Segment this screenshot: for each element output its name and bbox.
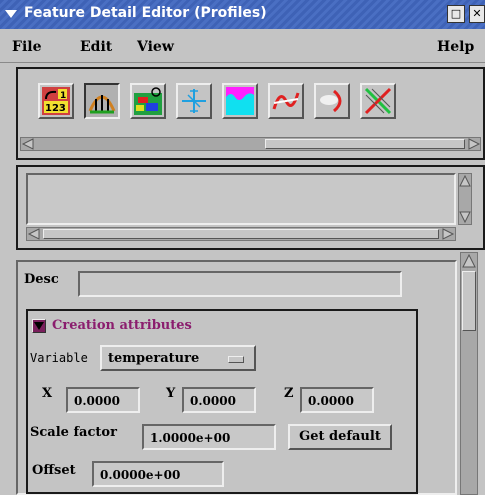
get-default-button[interactable]: Get default xyxy=(288,424,392,450)
window-title: Feature Detail Editor (Profiles) xyxy=(24,5,267,21)
crossing-lines-tool-button[interactable] xyxy=(360,83,396,119)
minimize-button[interactable]: □ xyxy=(447,5,465,23)
menu-bar: File Edit View Help xyxy=(0,29,485,63)
scale-factor-input[interactable]: 1.0000e+00 xyxy=(142,424,276,450)
feature-list-panel xyxy=(16,165,485,250)
profile-curve-tool-button[interactable] xyxy=(84,83,120,119)
numbered-list-icon: 123 1 xyxy=(42,87,70,115)
y-input[interactable]: 0.0000 xyxy=(182,387,256,413)
desc-label: Desc xyxy=(24,272,59,287)
menu-view[interactable]: View xyxy=(137,39,174,55)
axes-cross-tool-button[interactable] xyxy=(176,83,212,119)
offset-input[interactable]: 0.0000e+00 xyxy=(92,461,224,487)
profile-curve-icon xyxy=(88,95,116,114)
scroll-left-arrow-icon[interactable] xyxy=(27,228,41,240)
green-red-crossing-icon xyxy=(364,87,392,115)
z-label: Z xyxy=(284,386,294,401)
tool-palette: 123 1 xyxy=(16,67,485,160)
variable-value: temperature xyxy=(108,351,200,366)
scroll-right-arrow-icon[interactable] xyxy=(467,138,481,150)
tool-palette-scroll-thumb[interactable] xyxy=(265,139,465,149)
offset-label: Offset xyxy=(32,463,76,478)
scroll-up-arrow-icon[interactable] xyxy=(462,253,476,269)
variable-label: Variable xyxy=(30,351,88,365)
form-vertical-scrollbar[interactable] xyxy=(460,252,478,495)
svg-text:1: 1 xyxy=(60,91,66,101)
close-button[interactable]: ✕ xyxy=(469,5,485,23)
scroll-down-arrow-icon[interactable] xyxy=(459,210,471,224)
expand-triangle-icon xyxy=(34,322,44,330)
x-input[interactable]: 0.0000 xyxy=(66,387,140,413)
feature-detail-form: Desc Creation attributes Variable temper… xyxy=(16,260,457,495)
feature-list-scroll-thumb[interactable] xyxy=(43,229,439,239)
menu-edit[interactable]: Edit xyxy=(80,39,112,55)
window-menu-chevron-icon[interactable] xyxy=(4,7,18,21)
creation-attributes-title: Creation attributes xyxy=(52,318,192,333)
variable-option-menu[interactable]: temperature xyxy=(100,345,256,371)
gray-shape-red-arc-icon xyxy=(320,89,342,113)
option-menu-indicator-icon xyxy=(228,356,244,363)
title-bar[interactable]: Feature Detail Editor (Profiles) □ ✕ xyxy=(0,0,485,29)
colored-grid-icon xyxy=(134,87,162,115)
scroll-left-arrow-icon[interactable] xyxy=(21,138,35,150)
scroll-right-arrow-icon[interactable] xyxy=(441,228,455,240)
z-input[interactable]: 0.0000 xyxy=(300,387,374,413)
red-curve-tool-button[interactable] xyxy=(268,83,304,119)
svg-text:123: 123 xyxy=(45,103,66,114)
red-white-curve-icon xyxy=(272,92,300,110)
cyan-magenta-wave-icon xyxy=(226,87,254,115)
colored-grid-tool-button[interactable] xyxy=(130,83,166,119)
tool-palette-horizontal-scrollbar[interactable] xyxy=(20,137,481,151)
scroll-up-arrow-icon[interactable] xyxy=(459,174,471,188)
feature-list-horizontal-scrollbar[interactable] xyxy=(26,227,456,241)
desc-input[interactable] xyxy=(78,271,402,297)
form-scroll-thumb[interactable] xyxy=(462,271,476,331)
feature-list-vertical-scrollbar[interactable] xyxy=(458,173,472,225)
menu-help[interactable]: Help xyxy=(437,39,474,55)
creation-attributes-toggle[interactable] xyxy=(32,319,46,333)
axes-cross-icon xyxy=(182,89,206,113)
y-label: Y xyxy=(166,386,176,401)
scale-factor-label: Scale factor xyxy=(30,425,117,440)
numbered-list-tool-button[interactable]: 123 1 xyxy=(38,83,74,119)
menu-file[interactable]: File xyxy=(12,39,41,55)
creation-attributes-group: Creation attributes Variable temperature… xyxy=(26,309,418,494)
cyan-wave-tool-button[interactable] xyxy=(222,83,258,119)
feature-detail-editor-window: Feature Detail Editor (Profiles) □ ✕ Fil… xyxy=(0,0,485,495)
gray-shape-tool-button[interactable] xyxy=(314,83,350,119)
feature-list[interactable] xyxy=(26,173,456,225)
x-label: X xyxy=(42,386,53,401)
